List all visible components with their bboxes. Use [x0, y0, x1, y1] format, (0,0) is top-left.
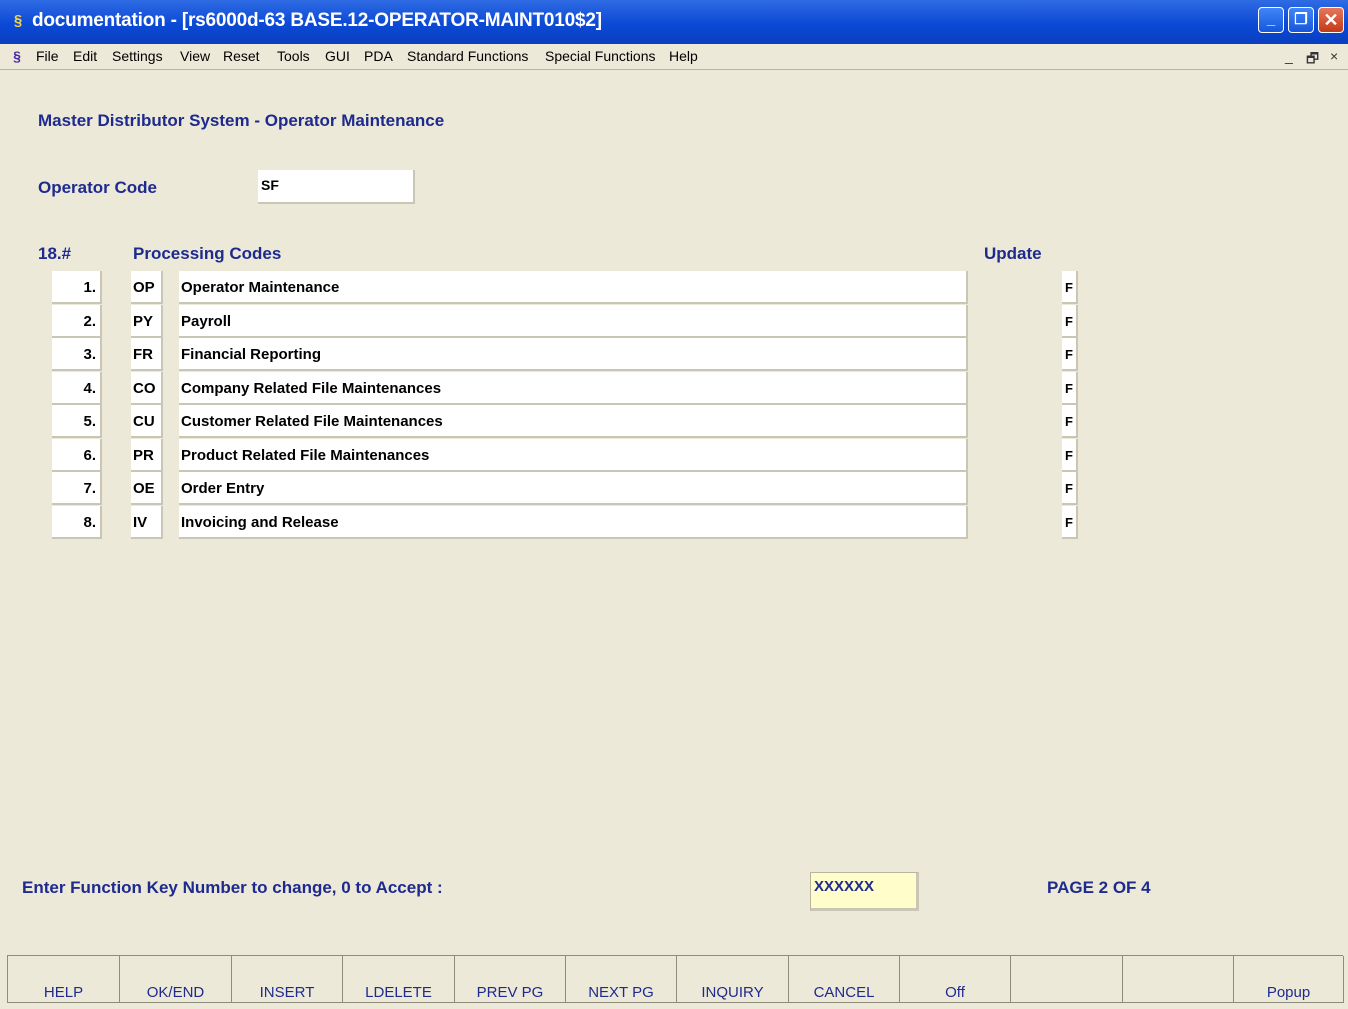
row-code[interactable]: CU: [131, 405, 163, 438]
row-description: Order Entry: [179, 472, 968, 505]
row-description: Financial Reporting: [179, 338, 968, 371]
menu-standard-functions[interactable]: Standard Functions: [407, 48, 528, 64]
mdi-close-button[interactable]: ×: [1330, 48, 1338, 64]
cancel-button-label: CANCEL: [813, 984, 875, 1001]
inquiry-button-label: INQUIRY: [701, 984, 764, 1001]
column-header-update: Update: [984, 244, 1042, 263]
row-code[interactable]: CO: [131, 372, 163, 405]
row-description: Company Related File Maintenances: [179, 372, 968, 405]
function-key-prompt: Enter Function Key Number to change, 0 t…: [22, 878, 443, 897]
popup-button-label: Popup: [1266, 984, 1311, 1001]
row-number: 3.: [52, 338, 102, 371]
menu-edit[interactable]: Edit: [73, 48, 97, 64]
page-title: Master Distributor System - Operator Mai…: [38, 111, 445, 130]
menu-special-functions[interactable]: Special Functions: [545, 48, 656, 64]
row-update-flag[interactable]: F: [1062, 338, 1078, 371]
popup-button[interactable]: Popup: [1234, 956, 1344, 1003]
document-icon[interactable]: §: [8, 47, 26, 65]
row-number: 7.: [52, 472, 102, 505]
mdi-minimize-button[interactable]: _: [1285, 48, 1293, 64]
row-code[interactable]: FR: [131, 338, 163, 371]
help-button-label: HELP: [43, 984, 84, 1001]
row-update-flag[interactable]: F: [1062, 271, 1078, 304]
inquiry-button[interactable]: INQUIRY: [677, 956, 789, 1003]
app-icon[interactable]: §: [10, 13, 26, 29]
next-page-button-label: NEXT PG: [588, 984, 654, 1001]
insert-button[interactable]: INSERT: [232, 956, 343, 1003]
close-button[interactable]: ✕: [1318, 7, 1344, 33]
next-page-button[interactable]: NEXT PG: [566, 956, 677, 1003]
row-update-flag[interactable]: F: [1062, 439, 1078, 472]
operator-code-field[interactable]: SF: [258, 170, 415, 204]
menu-bar: § File Edit Settings View Reset Tools GU…: [0, 44, 1348, 70]
ldelete-button-label: LDELETE: [365, 984, 432, 1001]
row-update-flag[interactable]: F: [1062, 506, 1078, 539]
row-code[interactable]: IV: [131, 506, 163, 539]
row-number: 4.: [52, 372, 102, 405]
ok-end-button-label: OK/END: [146, 984, 205, 1001]
insert-button-label: INSERT: [259, 984, 315, 1001]
ok-end-button[interactable]: OK/END: [120, 956, 232, 1003]
menu-help[interactable]: Help: [669, 48, 698, 64]
row-update-flag[interactable]: F: [1062, 305, 1078, 338]
title-bar: § documentation - [rs6000d-63 BASE.12-OP…: [0, 0, 1348, 44]
menu-file[interactable]: File: [36, 48, 59, 64]
menu-reset[interactable]: Reset: [223, 48, 260, 64]
row-description: Operator Maintenance: [179, 271, 968, 304]
restore-button[interactable]: ❐: [1288, 7, 1314, 33]
function-key-bar: HELP OK/END INSERT LDELETE PREV PG NEXT …: [7, 955, 1344, 1003]
menu-gui[interactable]: GUI: [325, 48, 350, 64]
mdi-restore-button[interactable]: 🗗: [1306, 48, 1319, 72]
row-update-flag[interactable]: F: [1062, 372, 1078, 405]
menu-view[interactable]: View: [180, 48, 210, 64]
window-title: documentation - [rs6000d-63 BASE.12-OPER…: [32, 10, 602, 31]
prev-page-button[interactable]: PREV PG: [455, 956, 566, 1003]
row-code[interactable]: OP: [131, 271, 163, 304]
row-update-flag[interactable]: F: [1062, 472, 1078, 505]
off-button-label: Off: [945, 984, 965, 1001]
row-description: Payroll: [179, 305, 968, 338]
page-indicator: PAGE 2 OF 4: [1047, 878, 1151, 897]
menu-settings[interactable]: Settings: [112, 48, 163, 64]
cancel-button[interactable]: CANCEL: [789, 956, 900, 1003]
row-description: Product Related File Maintenances: [179, 439, 968, 472]
column-header-processing-codes: Processing Codes: [133, 244, 282, 263]
function-key-input[interactable]: XXXXXX: [810, 872, 919, 911]
off-button[interactable]: Off: [900, 956, 1011, 1003]
row-update-flag[interactable]: F: [1062, 405, 1078, 438]
empty-function-key-10[interactable]: [1011, 956, 1123, 1003]
row-code[interactable]: OE: [131, 472, 163, 505]
menu-pda[interactable]: PDA: [364, 48, 393, 64]
prev-page-button-label: PREV PG: [476, 984, 544, 1001]
row-number: 6.: [52, 439, 102, 472]
help-button[interactable]: HELP: [8, 956, 120, 1003]
menu-tools[interactable]: Tools: [277, 48, 310, 64]
ldelete-button[interactable]: LDELETE: [343, 956, 455, 1003]
row-number: 2.: [52, 305, 102, 338]
row-code[interactable]: PY: [131, 305, 163, 338]
minimize-button[interactable]: _: [1258, 7, 1284, 33]
empty-function-key-11[interactable]: [1123, 956, 1234, 1003]
row-description: Invoicing and Release: [179, 506, 968, 539]
row-number: 8.: [52, 506, 102, 539]
row-code[interactable]: PR: [131, 439, 163, 472]
row-description: Customer Related File Maintenances: [179, 405, 968, 438]
row-number: 1.: [52, 271, 102, 304]
operator-code-label: Operator Code: [38, 178, 158, 197]
row-number: 5.: [52, 405, 102, 438]
column-header-number: 18.#: [38, 244, 72, 263]
